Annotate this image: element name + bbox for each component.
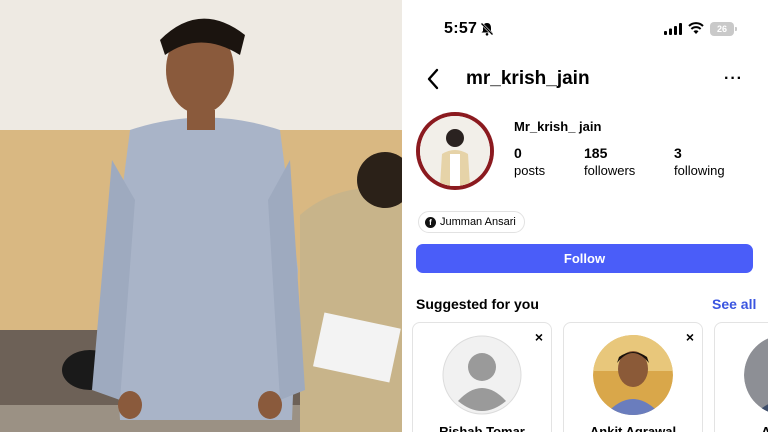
following-value: 3	[674, 145, 682, 161]
suggested-heading: Suggested for you	[416, 296, 539, 312]
instagram-profile-screen: 5:57 26 mr_krish_jain ··· Mr_krish_ jain…	[402, 0, 768, 432]
bell-muted-icon	[480, 22, 494, 36]
posts-value: 0	[514, 145, 522, 161]
suggested-card[interactable]: × Rishab Tomar	[412, 322, 552, 432]
facebook-link-label: Jumman Ansari	[440, 216, 516, 228]
status-bar: 5:57 26	[402, 0, 768, 58]
back-arrow-icon[interactable]	[426, 68, 440, 90]
default-avatar-icon	[442, 335, 522, 415]
suggested-name: Ankit Agrawal	[589, 424, 677, 432]
dismiss-close-icon[interactable]: ×	[535, 329, 543, 345]
news-photo	[0, 0, 402, 432]
cellular-signal-icon	[664, 23, 682, 35]
avatar-image	[420, 116, 490, 186]
suggested-name: Anurag	[761, 424, 768, 432]
suggested-name: Rishab Tomar	[439, 424, 525, 432]
suggested-avatar-photo	[593, 335, 673, 415]
profile-username: mr_krish_jain	[466, 68, 590, 89]
wifi-icon	[688, 22, 704, 34]
profile-display-name: Mr_krish_ jain	[514, 119, 602, 134]
facebook-icon: f	[425, 216, 436, 228]
profile-avatar[interactable]	[416, 112, 494, 190]
following-label: following	[674, 163, 725, 178]
more-options-icon[interactable]: ···	[724, 70, 743, 88]
follow-button[interactable]: Follow	[416, 244, 753, 273]
photo-illustration	[0, 0, 402, 432]
profile-header-bar: mr_krish_jain ···	[402, 62, 768, 98]
see-all-link[interactable]: See all	[712, 296, 756, 312]
followers-value: 185	[584, 145, 608, 161]
status-time: 5:57	[444, 20, 478, 37]
posts-label: posts	[514, 163, 546, 178]
dismiss-close-icon[interactable]: ×	[686, 329, 694, 345]
battery-indicator: 26	[710, 22, 737, 36]
posts-count[interactable]: 0 posts	[514, 145, 545, 178]
followers-label: followers	[584, 163, 636, 178]
suggested-avatar-photo	[744, 335, 768, 415]
followers-count[interactable]: 185 followers	[584, 145, 635, 178]
suggested-card[interactable]: Anurag	[714, 322, 768, 432]
facebook-link-chip[interactable]: f Jumman Ansari	[418, 211, 525, 233]
suggested-card[interactable]: × Ankit Agrawal	[563, 322, 703, 432]
following-count[interactable]: 3 following	[674, 145, 725, 178]
